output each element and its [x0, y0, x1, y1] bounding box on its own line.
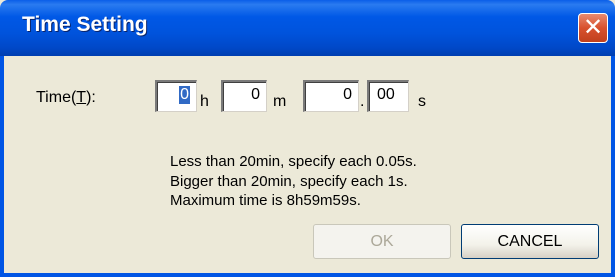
hours-input[interactable]: 0 — [155, 80, 197, 112]
seconds-input[interactable]: 0 — [303, 80, 359, 112]
dialog-title: Time Setting — [22, 13, 148, 36]
window-frame-bottom — [0, 273, 615, 277]
cancel-button[interactable]: CANCEL — [461, 224, 599, 259]
seconds-unit-label: s — [418, 93, 426, 110]
hours-value: 0 — [179, 86, 190, 104]
info-line-1: Less than 20min, specify each 0.05s. — [170, 153, 417, 170]
minutes-value: 0 — [251, 86, 260, 103]
seconds-value: 0 — [343, 86, 352, 103]
window-frame-right — [611, 56, 615, 277]
ok-button[interactable]: OK — [313, 224, 451, 259]
time-label: Time(T): — [36, 89, 96, 106]
info-line-2: Bigger than 20min, specify each 1s. — [170, 173, 408, 190]
close-button[interactable]: ✕ — [578, 13, 608, 43]
centiseconds-value: 00 — [377, 86, 395, 103]
info-line-3: Maximum time is 8h59m59s. — [170, 192, 361, 209]
decimal-separator: . — [360, 93, 365, 110]
minutes-unit-label: m — [273, 93, 287, 110]
time-setting-dialog: Time Setting ✕ Time(T): 0 h 0 m 0 . 00 s… — [0, 0, 615, 277]
centiseconds-input[interactable]: 00 — [367, 80, 409, 112]
window-frame-left — [0, 56, 4, 277]
close-icon: ✕ — [582, 13, 604, 41]
hours-unit-label: h — [200, 93, 209, 110]
title-bar[interactable]: Time Setting ✕ — [0, 0, 615, 56]
minutes-input[interactable]: 0 — [221, 80, 267, 112]
